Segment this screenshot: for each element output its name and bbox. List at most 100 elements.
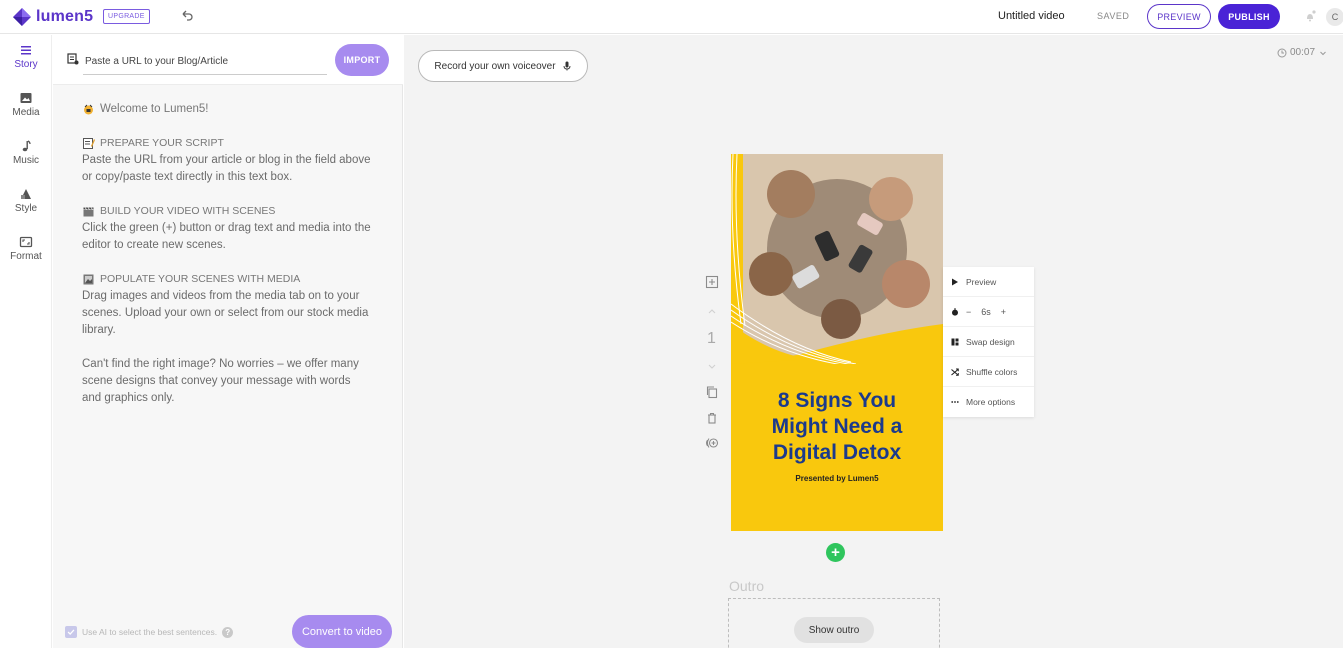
scene-preview-button[interactable]: Preview	[943, 267, 1034, 297]
add-scene-voiceover-button[interactable]	[702, 433, 722, 453]
more-options-button[interactable]: More options	[943, 387, 1034, 417]
add-text-scene-button[interactable]	[702, 272, 722, 292]
shuffle-icon	[951, 368, 959, 376]
play-icon	[952, 278, 958, 285]
duration-decrease-button[interactable]: −	[966, 307, 971, 317]
preview-button[interactable]: PREVIEW	[1147, 4, 1211, 29]
build-text: Click the green (+) button or drag text …	[82, 222, 371, 251]
add-box-icon	[705, 275, 719, 289]
palette-icon	[21, 189, 31, 199]
microphone-icon	[563, 61, 571, 71]
move-scene-down-button[interactable]	[702, 357, 722, 377]
saved-status: SAVED	[1097, 11, 1130, 21]
outro-label: Outro	[729, 578, 765, 594]
chevron-up-icon	[708, 309, 716, 314]
lumen5-logo-icon	[13, 8, 31, 26]
scene-title[interactable]: 8 Signs You Might Need a Digital Detox	[731, 388, 943, 466]
ai-select-row: Use AI to select the best sentences. ?	[65, 626, 234, 638]
nav-label-music: Music	[12, 155, 40, 166]
ellipsis-icon	[951, 401, 959, 403]
duplicate-scene-button[interactable]	[702, 382, 722, 402]
publish-button[interactable]: PUBLISH	[1218, 4, 1280, 29]
swap-design-button[interactable]: Swap design	[943, 327, 1034, 357]
nav-item-media[interactable]: Media	[0, 83, 52, 127]
editor-canvas: Record your own voiceover 00:07 1 8 Sign…	[404, 35, 1343, 648]
scene-background-image[interactable]	[731, 154, 943, 364]
logo-text: lumen5	[36, 8, 94, 25]
url-input[interactable]	[83, 49, 327, 75]
script-text-area[interactable]: Welcome to Lumen5! PREPARE YOUR SCRIPT P…	[82, 101, 372, 424]
upgrade-button[interactable]: UPGRADE	[103, 9, 150, 24]
waving-hand-icon	[84, 104, 93, 115]
shuffle-colors-button[interactable]: Shuffle colors	[943, 357, 1034, 387]
convert-to-video-button[interactable]: Convert to video	[292, 615, 392, 648]
left-nav: Story Media Music Style Format	[0, 35, 52, 648]
populate-text: Drag images and videos from the media ta…	[82, 290, 369, 336]
memo-icon	[83, 138, 95, 149]
move-scene-up-button[interactable]	[702, 301, 722, 321]
nav-item-music[interactable]: Music	[0, 131, 52, 175]
duration-value: 00:07	[1290, 47, 1316, 58]
url-import-row: IMPORT	[53, 35, 403, 85]
prepare-text: Paste the URL from your article or blog …	[82, 154, 371, 183]
checkmark-icon	[67, 629, 75, 635]
video-title[interactable]: Untitled video	[998, 10, 1065, 22]
undo-icon[interactable]	[180, 9, 194, 23]
chevron-down-icon	[1320, 51, 1326, 55]
total-duration[interactable]: 00:07	[1277, 47, 1328, 58]
populate-heading: POPULATE YOUR SCENES WITH MEDIA	[82, 271, 372, 288]
nav-item-story[interactable]: Story	[0, 35, 52, 79]
help-icon[interactable]: ?	[222, 626, 234, 638]
nav-label-format: Format	[10, 251, 42, 262]
record-voiceover-button[interactable]: Record your own voiceover	[418, 50, 588, 82]
scene-title-line-2: Might Need a	[771, 415, 903, 438]
ai-select-checkbox[interactable]	[65, 626, 77, 638]
scene-preview-label: Preview	[966, 276, 997, 287]
chevron-down-icon	[708, 364, 716, 369]
welcome-text: Welcome to Lumen5!	[100, 103, 209, 115]
layout-grid-icon	[951, 338, 959, 345]
closing-text: Can't find the right image? No worries –…	[82, 358, 359, 404]
story-panel: IMPORT Welcome to Lumen5! PR	[53, 35, 403, 648]
nav-item-style[interactable]: Style	[0, 179, 52, 223]
scene-number: 1	[707, 330, 716, 347]
nav-label-style: Style	[14, 203, 38, 214]
scene-duration-value: 6s	[981, 306, 991, 317]
scene-options-menu: Preview − 6s + Swap design Shuffle color…	[943, 267, 1034, 417]
add-scene-button[interactable]: +	[826, 543, 845, 562]
swap-design-label: Swap design	[966, 336, 1015, 347]
prepare-heading-text: PREPARE YOUR SCRIPT	[100, 137, 224, 149]
prepare-heading: PREPARE YOUR SCRIPT	[82, 135, 372, 152]
top-bar: lumen5 UPGRADE Untitled video SAVED PREV…	[0, 0, 1343, 34]
nav-item-format[interactable]: Format	[0, 227, 52, 271]
shuffle-colors-label: Shuffle colors	[966, 366, 1018, 377]
music-note-icon	[22, 140, 31, 152]
clock-icon	[1277, 48, 1287, 57]
duration-increase-button[interactable]: +	[1001, 307, 1006, 317]
scene-card[interactable]: 8 Signs You Might Need a Digital Detox P…	[731, 154, 943, 531]
user-avatar[interactable]: C	[1326, 8, 1343, 26]
audio-add-icon	[706, 438, 719, 448]
import-button[interactable]: IMPORT	[335, 44, 389, 76]
nav-label-media: Media	[12, 107, 40, 118]
logo[interactable]: lumen5	[12, 7, 93, 27]
scene-duration-stepper: − 6s +	[943, 297, 1034, 327]
delete-scene-button[interactable]	[702, 408, 722, 428]
notification-bell-icon[interactable]	[1303, 9, 1317, 23]
clapperboard-icon	[83, 207, 94, 217]
copy-icon	[706, 386, 718, 399]
more-options-label: More options	[966, 397, 1016, 407]
voiceover-label: Record your own voiceover	[434, 60, 556, 72]
show-outro-button[interactable]: Show outro	[794, 617, 874, 643]
welcome-line: Welcome to Lumen5!	[82, 101, 372, 118]
image-icon	[20, 93, 32, 103]
scene-subtitle[interactable]: Presented by Lumen5	[731, 474, 943, 483]
framed-picture-icon	[83, 274, 94, 285]
ai-select-label: Use AI to select the best sentences.	[82, 627, 218, 637]
build-heading: BUILD YOUR VIDEO WITH SCENES	[82, 203, 372, 220]
nav-label-story: Story	[14, 59, 38, 70]
aspect-ratio-icon	[19, 236, 33, 248]
build-heading-text: BUILD YOUR VIDEO WITH SCENES	[100, 205, 276, 217]
scene-title-line-1: 8 Signs You	[777, 389, 897, 412]
list-icon	[21, 46, 31, 55]
